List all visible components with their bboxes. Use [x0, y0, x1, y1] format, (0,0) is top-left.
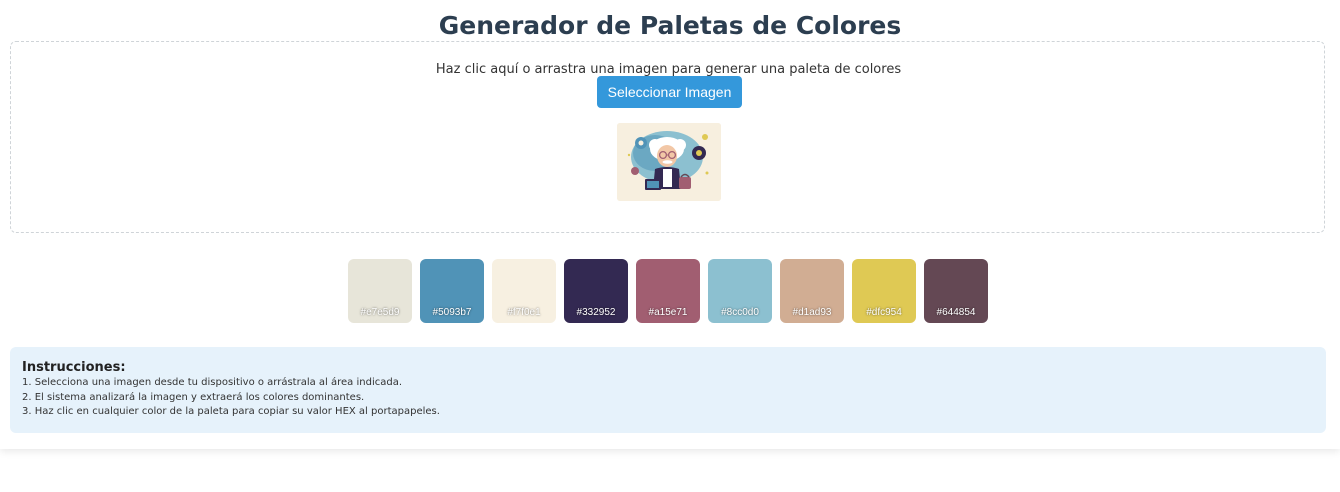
swatch-hex-label: #f7f0e1 — [507, 307, 541, 318]
color-swatch[interactable]: #8cc0d0 — [708, 259, 772, 323]
swatch-hex-label: #d1ad93 — [792, 307, 832, 318]
swatch-hex-label: #e7e5d9 — [360, 307, 400, 318]
instruction-step: 3. Haz clic en cualquier color de la pal… — [22, 406, 440, 417]
instruction-step: 2. El sistema analizará la imagen y extr… — [22, 391, 365, 403]
instructions-title: Instrucciones: — [22, 360, 126, 375]
image-drop-zone[interactable]: Haz clic aquí o arrastra una imagen para… — [10, 41, 1325, 233]
page-title: Generador de Paletas de Colores — [438, 11, 902, 40]
color-swatch[interactable]: #332952 — [564, 259, 628, 323]
color-swatch[interactable]: #f7f0e1 — [492, 259, 556, 323]
preview-illustration — [617, 123, 721, 201]
main-card: Generador de Paletas de Colores Haz clic… — [0, 0, 1340, 449]
instruction-step: 1. Selecciona una imagen desde tu dispos… — [22, 377, 403, 388]
swatch-hex-label: #332952 — [576, 307, 616, 318]
select-image-button[interactable]: Seleccionar Imagen — [597, 76, 742, 108]
color-swatch[interactable]: #e7e5d9 — [348, 259, 412, 323]
color-palette: #e7e5d9 #5093b7 #f7f0e1 #332952 #a15e71 … — [0, 259, 1340, 323]
color-swatch[interactable]: #dfc954 — [852, 259, 916, 323]
instructions-box: Instrucciones: 1. Selecciona una imagen … — [10, 347, 1326, 433]
color-swatch[interactable]: #a15e71 — [636, 259, 700, 323]
image-preview — [617, 123, 721, 201]
color-swatch[interactable]: #5093b7 — [420, 259, 484, 323]
swatch-hex-label: #8cc0d0 — [721, 307, 759, 318]
swatch-hex-label: #dfc954 — [866, 307, 902, 318]
color-swatch[interactable]: #d1ad93 — [780, 259, 844, 323]
swatch-hex-label: #a15e71 — [648, 307, 688, 318]
swatch-hex-label: #644854 — [936, 307, 976, 318]
color-swatch[interactable]: #644854 — [924, 259, 988, 323]
swatch-hex-label: #5093b7 — [432, 307, 472, 318]
